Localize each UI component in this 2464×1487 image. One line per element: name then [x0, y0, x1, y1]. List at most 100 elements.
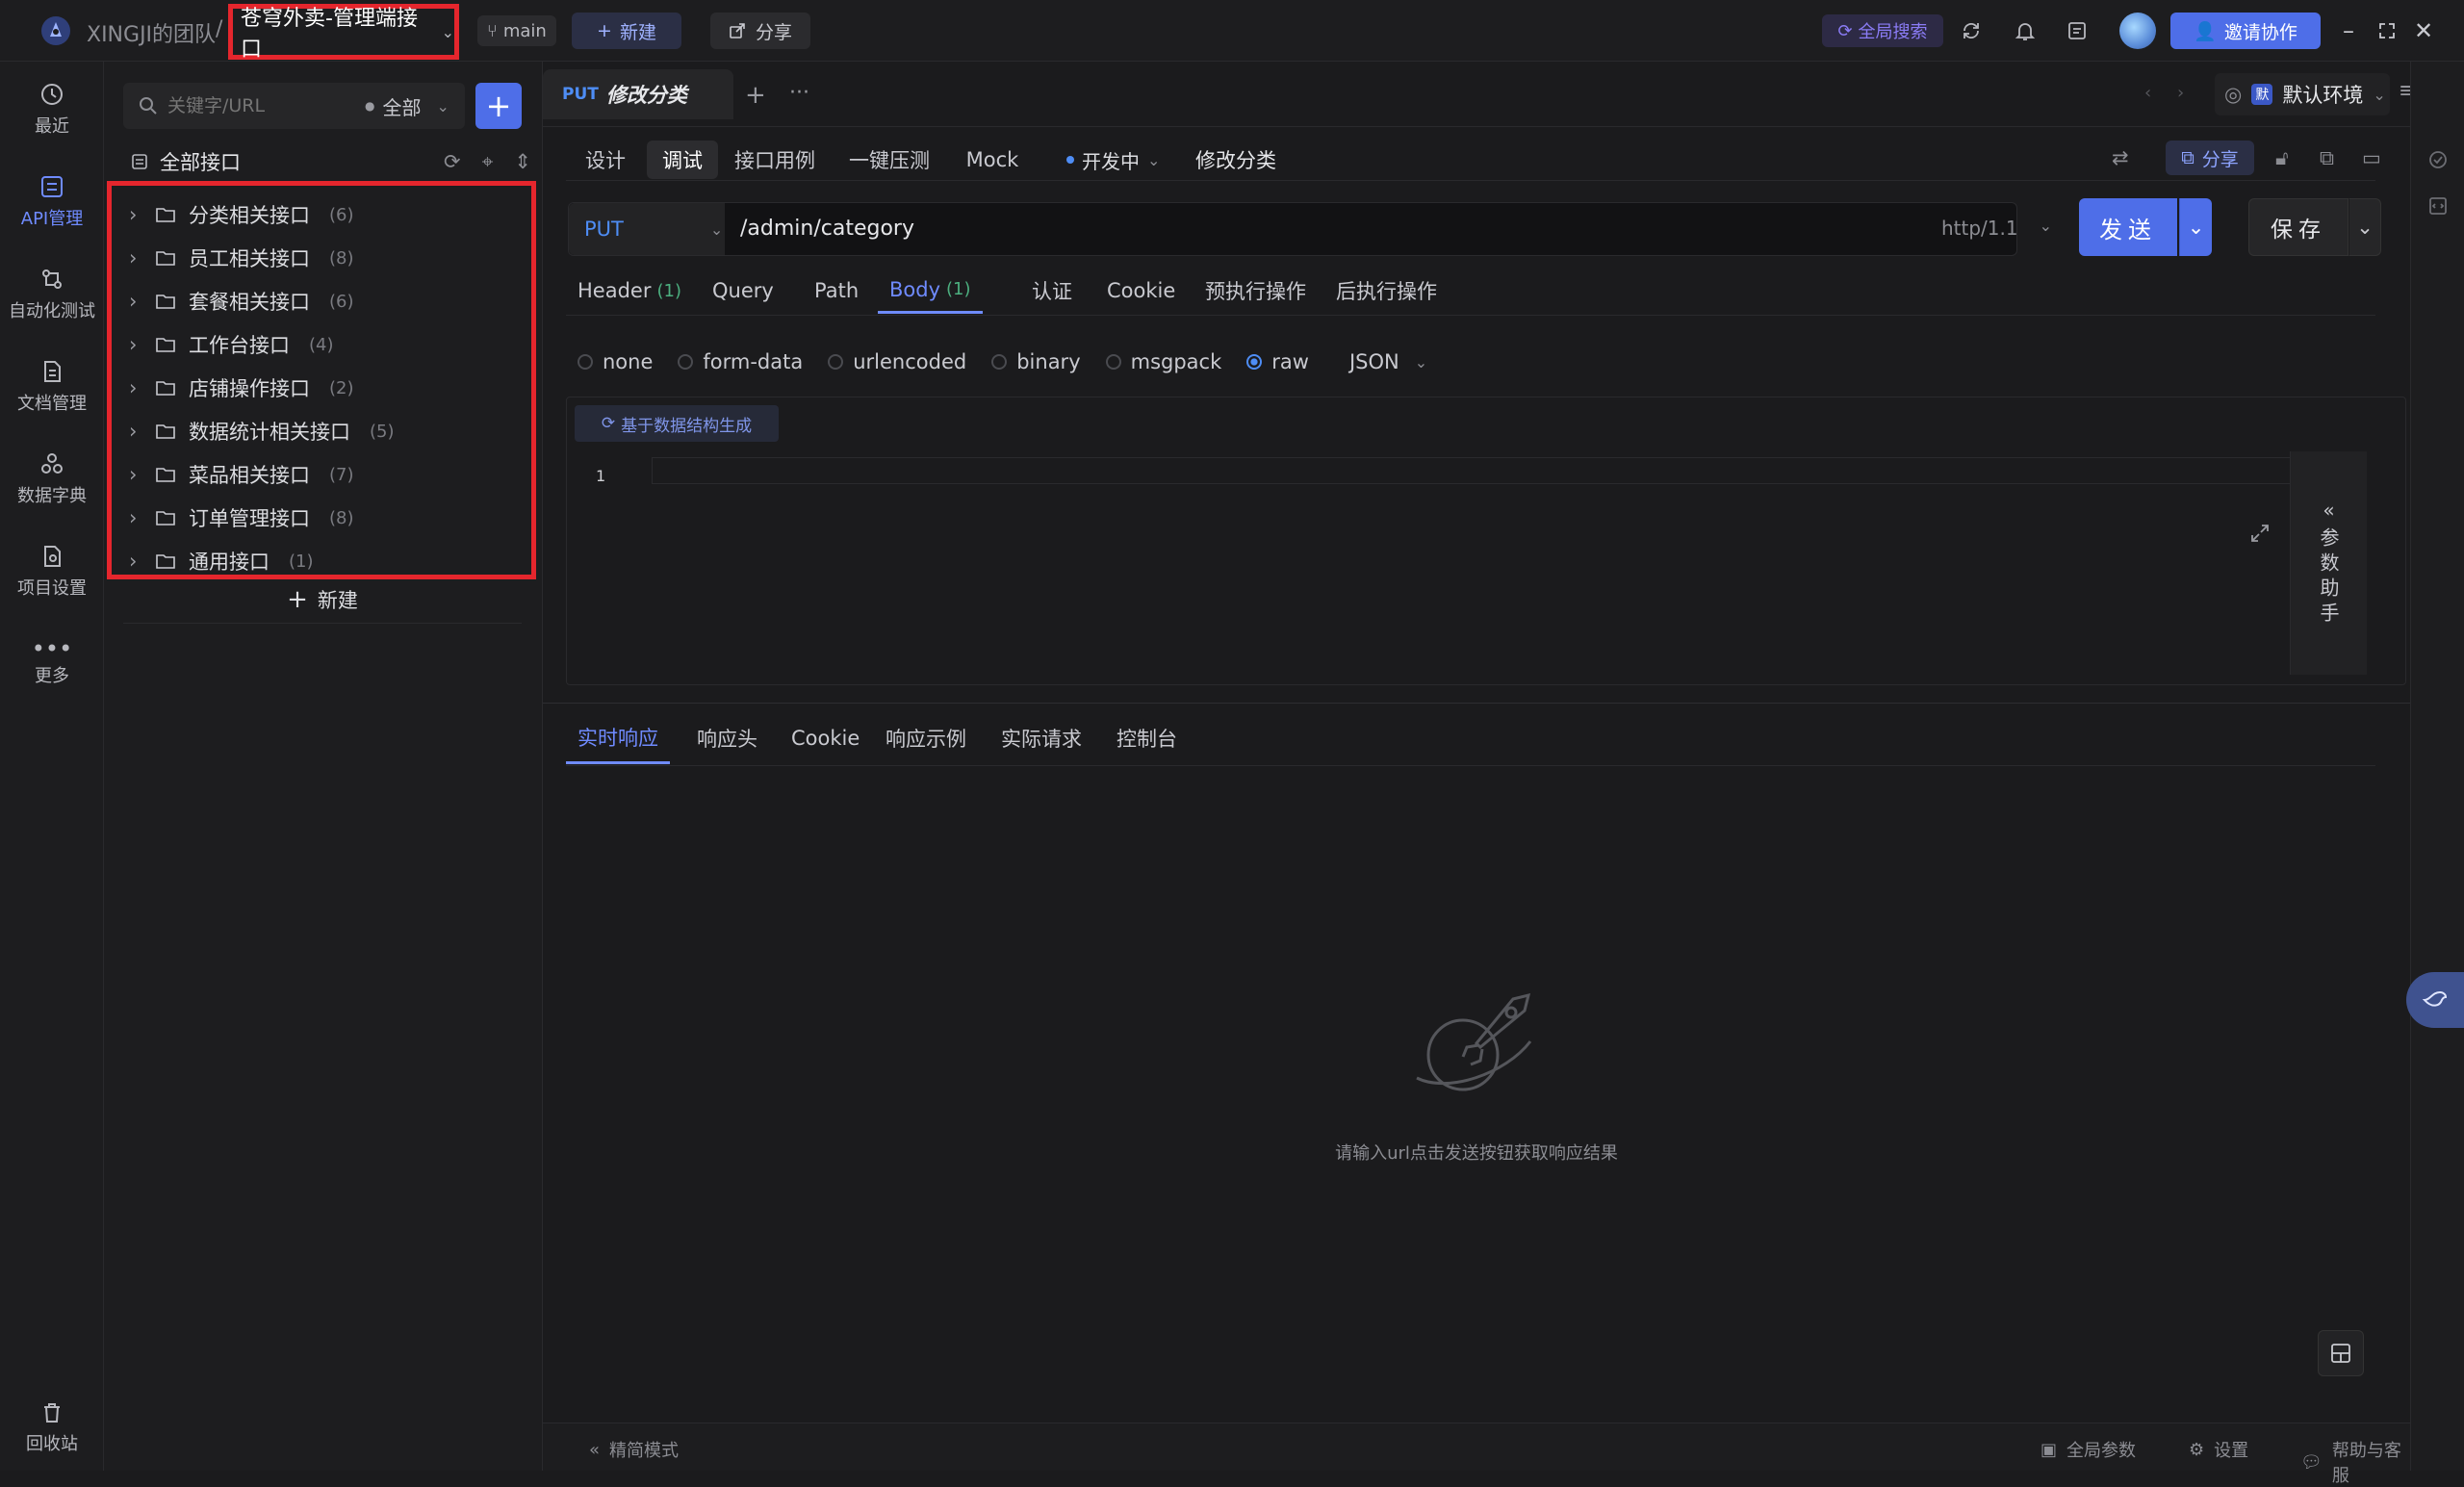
lock-icon[interactable]: 🔓︎ [2275, 146, 2289, 170]
tab-edit-category[interactable]: PUT 修改分类 [543, 69, 733, 119]
help-button[interactable]: 💬︎ 帮助与客服 [2300, 1437, 2410, 1487]
folder-icon [156, 251, 175, 266]
team-name[interactable]: XINGJI的团队 [87, 17, 216, 48]
rail-item-trash[interactable]: 回收站 [0, 1390, 104, 1467]
tab-mock[interactable]: Mock [951, 141, 1034, 179]
send-dropdown-icon[interactable]: ⌄ [2179, 198, 2212, 256]
project-selector[interactable]: 苍穹外卖-管理端接口 ⌄ [228, 4, 459, 62]
locate-icon[interactable]: ⌖ [482, 150, 494, 174]
code-input[interactable] [652, 457, 2338, 484]
tab-more-icon[interactable]: ··· [789, 81, 809, 105]
tab-post-script[interactable]: 后执行操作 [1336, 268, 1437, 314]
folder-item[interactable]: › 工作台接口 (4) [129, 323, 514, 366]
rail-item-more[interactable]: ••• 更多 [0, 626, 104, 703]
minimize-icon[interactable]: – [2335, 17, 2362, 44]
format-dropdown[interactable]: JSON ⌄ [1349, 350, 1427, 373]
tab-cookie[interactable]: Cookie [1107, 268, 1175, 314]
format-icon[interactable]: ⇄ [2112, 146, 2129, 169]
panel-divider[interactable] [543, 703, 2410, 704]
tab-path[interactable]: Path [814, 268, 859, 314]
user-plus-icon: 👤 [2194, 20, 2217, 42]
tab-debug[interactable]: 调试 [647, 141, 718, 179]
parameter-assistant-panel[interactable]: « 参数助手 [2290, 451, 2367, 675]
radio-raw[interactable]: raw [1246, 350, 1309, 373]
radio-binary[interactable]: binary [991, 350, 1081, 373]
tab-response-cookie[interactable]: Cookie [791, 712, 860, 764]
expand-icon[interactable] [2249, 523, 2271, 544]
api-share-button[interactable]: ⧉ 分享 [2166, 141, 2254, 175]
tab-header[interactable]: Header (1) [578, 268, 681, 314]
folder-item[interactable]: › 套餐相关接口 (6) [129, 280, 514, 322]
tab-cases[interactable]: 接口用例 [722, 141, 828, 179]
sync-icon[interactable] [1956, 15, 1987, 46]
add-api-button[interactable]: + [475, 83, 522, 129]
sidebar-new-button[interactable]: + 新建 [123, 576, 522, 624]
tab-auth[interactable]: 认证 [1032, 268, 1072, 314]
save-button[interactable]: 保存 [2248, 198, 2348, 256]
api-name[interactable]: 修改分类 [1195, 141, 1276, 179]
tab-response-example[interactable]: 响应示例 [886, 712, 966, 764]
layout-toggle-icon[interactable] [2318, 1330, 2364, 1376]
rail-item-recent[interactable]: 最近 [0, 71, 104, 148]
folder-item[interactable]: › 店铺操作接口 (2) [129, 367, 514, 409]
copy-icon[interactable]: ⧉ [2320, 146, 2334, 170]
radio-msgpack[interactable]: msgpack [1105, 350, 1221, 373]
global-params-button[interactable]: ▣ 全局参数 [2040, 1437, 2136, 1462]
filter-dropdown[interactable]: ● 全部 ⌄ [365, 92, 449, 120]
global-search-button[interactable]: ⟳ 全局搜索 [1822, 14, 1943, 47]
tab-live-response[interactable]: 实时响应 [566, 712, 670, 764]
tab-next-icon[interactable]: › [2177, 83, 2184, 103]
bell-icon[interactable] [2010, 15, 2040, 46]
tab-count: (1) [656, 280, 681, 301]
invite-button[interactable]: 👤 邀请协作 [2170, 13, 2321, 49]
maximize-icon[interactable] [2374, 17, 2400, 44]
collapse-icon[interactable]: ⇕ [514, 150, 531, 174]
archive-icon[interactable]: ▭ [2362, 146, 2381, 169]
tab-console[interactable]: 控制台 [1116, 712, 1177, 764]
folder-item[interactable]: › 员工相关接口 (8) [129, 237, 514, 279]
rail-item-dictionary[interactable]: 数据字典 [0, 441, 104, 518]
new-tab-icon[interactable]: + [745, 81, 766, 110]
tab-actual-request[interactable]: 实际请求 [1001, 712, 1082, 764]
save-dropdown-icon[interactable]: ⌄ [2348, 198, 2381, 256]
radio-urlencoded[interactable]: urlencoded [828, 350, 966, 373]
rail-item-api[interactable]: API管理 [0, 164, 104, 241]
settings-button[interactable]: ⚙ 设置 [2189, 1437, 2248, 1462]
message-icon[interactable] [2062, 15, 2092, 46]
url-input[interactable]: /admin/category [740, 217, 914, 241]
check-circle-icon[interactable] [2425, 146, 2451, 173]
environment-selector[interactable]: ◎ 默 默认环境 ⌄ [2215, 73, 2390, 115]
generate-from-schema-button[interactable]: ⟳ 基于数据结构生成 [575, 405, 779, 442]
folder-item[interactable]: › 分类相关接口 (6) [129, 193, 514, 236]
tab-response-headers[interactable]: 响应头 [697, 712, 757, 764]
folder-item[interactable]: › 订单管理接口 (8) [129, 497, 514, 539]
new-button[interactable]: + 新建 [572, 13, 681, 49]
folder-item[interactable]: › 菜品相关接口 (7) [129, 453, 514, 496]
tab-pre-script[interactable]: 预执行操作 [1205, 268, 1306, 314]
tab-query[interactable]: Query [712, 268, 774, 314]
radio-form-data[interactable]: form-data [678, 350, 803, 373]
avatar[interactable] [2119, 13, 2156, 49]
rail-item-automation[interactable]: 自动化测试 [0, 256, 104, 333]
status-selector[interactable]: 开发中 ⌄ [1066, 141, 1160, 179]
tab-body[interactable]: Body (1) [878, 268, 983, 314]
tab-design[interactable]: 设计 [566, 141, 645, 179]
search-input[interactable] [167, 95, 355, 116]
refresh-icon[interactable]: ⟳ [444, 150, 461, 174]
radio-none[interactable]: none [578, 350, 653, 373]
code-panel-icon[interactable] [2425, 192, 2451, 219]
share-button[interactable]: 分享 [710, 13, 810, 49]
protocol-selector[interactable]: http/1.1 ⌄ [1941, 217, 2053, 240]
tab-stress-test[interactable]: 一键压测 [832, 141, 947, 179]
all-apis-header[interactable]: 全部接口 ⟳ ⌖ ⇕ [131, 142, 531, 181]
compact-mode-toggle[interactable]: « 精简模式 [589, 1437, 679, 1462]
method-selector[interactable]: PUT ⌄ [569, 203, 725, 255]
branch-selector[interactable]: ⑂ main [477, 15, 556, 46]
close-icon[interactable]: ✕ [2410, 17, 2437, 44]
rail-item-docs[interactable]: 文档管理 [0, 348, 104, 425]
send-button[interactable]: 发送 [2079, 198, 2177, 256]
folder-item[interactable]: › 数据统计相关接口 (5) [129, 410, 514, 452]
assistant-bird-icon[interactable] [2406, 972, 2464, 1028]
tab-prev-icon[interactable]: ‹ [2144, 83, 2151, 103]
rail-item-project-settings[interactable]: 项目设置 [0, 533, 104, 610]
